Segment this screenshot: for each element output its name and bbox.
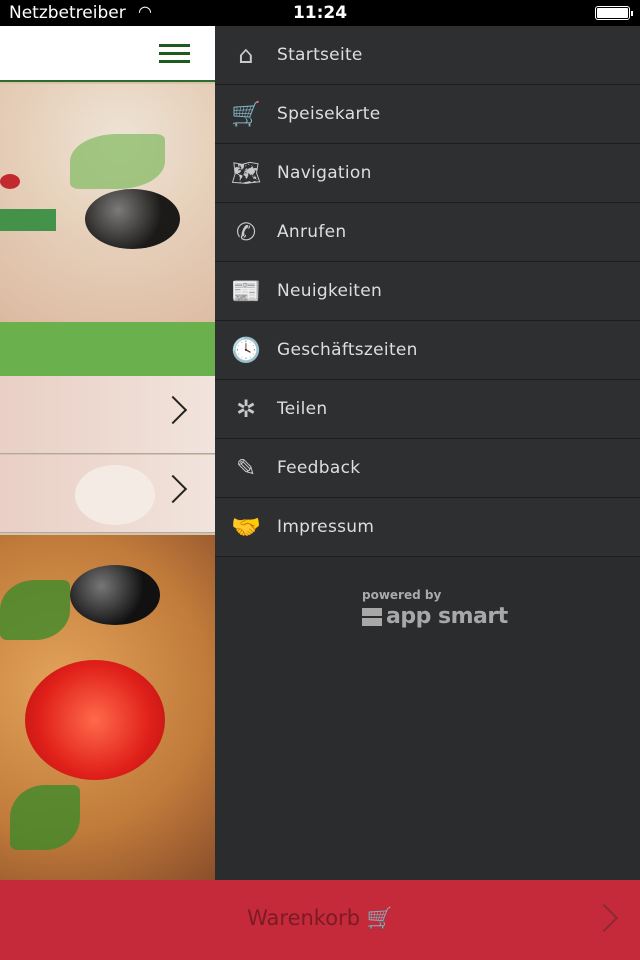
menu-item-label: Startseite bbox=[277, 45, 363, 65]
menu-item-feedback[interactable]: ✎ Feedback bbox=[215, 439, 640, 498]
menu-item-speisekarte[interactable]: 🛒 Speisekarte bbox=[215, 85, 640, 144]
chevron-right-icon bbox=[158, 474, 188, 504]
list-item[interactable] bbox=[0, 455, 215, 533]
home-icon: ⌂ bbox=[238, 41, 254, 69]
logo bbox=[0, 174, 20, 189]
menu-item-label: Speisekarte bbox=[277, 104, 381, 124]
menu-item-label: Neuigkeiten bbox=[277, 281, 383, 301]
appsmart-logo-icon bbox=[362, 607, 382, 626]
list-item[interactable] bbox=[0, 376, 215, 454]
menu-item-label: Impressum bbox=[277, 517, 375, 537]
handshake-icon: 🤝 bbox=[231, 513, 261, 541]
side-menu: ⌂ Startseite 🛒 Speisekarte 🗺 Navigation ✆ Anruf… bbox=[215, 26, 640, 880]
phone-icon: ✆ bbox=[235, 218, 257, 246]
battery-icon bbox=[595, 6, 633, 20]
powered-by-label: powered by bbox=[362, 588, 442, 602]
main-content bbox=[0, 26, 215, 880]
menu-item-impressum[interactable]: 🤝 Impressum bbox=[215, 498, 640, 557]
cart-label: Warenkorb bbox=[247, 906, 361, 930]
menu-item-label: Feedback bbox=[277, 458, 361, 478]
newspaper-icon: 📰 bbox=[231, 277, 261, 305]
menu-item-label: Teilen bbox=[277, 399, 328, 419]
cart-icon: 🛒 bbox=[366, 906, 393, 930]
menu-item-navigation[interactable]: 🗺 Navigation bbox=[215, 144, 640, 203]
app-header bbox=[0, 26, 215, 82]
green-banner[interactable] bbox=[0, 322, 215, 376]
status-bar: Netzbetreiber ◠ 11:24 bbox=[0, 0, 640, 26]
menu-item-neuigkeiten[interactable]: 📰 Neuigkeiten bbox=[215, 262, 640, 321]
share-icon: ✲ bbox=[235, 395, 257, 423]
map-icon: 🗺 bbox=[230, 159, 262, 187]
pizza-image bbox=[0, 535, 215, 880]
chevron-right-icon bbox=[158, 395, 188, 425]
clock-truck-icon: 🕓 bbox=[231, 336, 261, 364]
menu-item-startseite[interactable]: ⌂ Startseite bbox=[215, 26, 640, 85]
cart-icon: 🛒 bbox=[231, 100, 261, 128]
menu-item-label: Navigation bbox=[277, 163, 372, 183]
menu-item-label: Anrufen bbox=[277, 222, 347, 242]
menu-item-geschäftszeiten[interactable]: 🕓 Geschäftszeiten bbox=[215, 321, 640, 380]
hero-image bbox=[0, 84, 215, 322]
feedback-icon: ✎ bbox=[235, 454, 257, 482]
menu-item-anrufen[interactable]: ✆ Anrufen bbox=[215, 203, 640, 262]
brand-label: app smart bbox=[386, 604, 508, 629]
cart-bar[interactable]: Warenkorb 🛒 bbox=[0, 880, 640, 960]
powered-by: powered by app smart bbox=[362, 588, 508, 629]
clock: 11:24 bbox=[292, 3, 348, 23]
menu-item-label: Geschäftszeiten bbox=[277, 340, 418, 360]
menu-item-teilen[interactable]: ✲ Teilen bbox=[215, 380, 640, 439]
hamburger-menu-icon[interactable] bbox=[159, 44, 190, 64]
